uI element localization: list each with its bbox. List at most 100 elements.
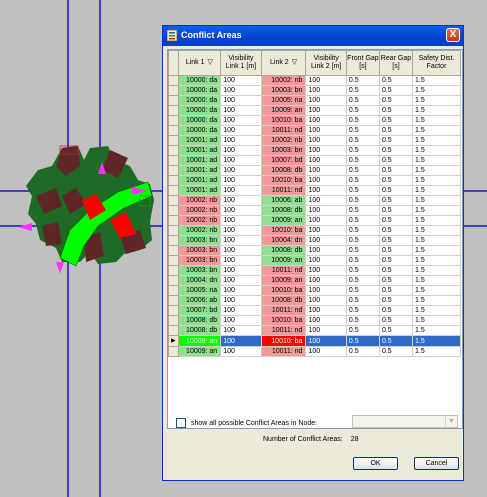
cell-link2[interactable]: 10009: an [260,275,307,286]
table-row[interactable]: 10000: da 100 10009: an 100 0.5 0.5 1.5 [168,105,462,116]
row-selector[interactable] [168,285,179,296]
cell-front-gap[interactable]: 0.5 [345,295,380,306]
cell-rear-gap[interactable]: 0.5 [378,175,413,186]
cell-link1[interactable]: 10008: db [177,325,222,336]
cell-rear-gap[interactable]: 0.5 [378,335,413,347]
row-selector[interactable] [168,185,179,196]
row-selector[interactable] [168,245,179,256]
cell-front-gap[interactable]: 0.5 [345,235,380,246]
row-selector[interactable] [168,255,179,266]
close-button[interactable]: X [446,28,460,42]
cell-link2[interactable]: 10002: nb [260,75,307,86]
cell-link1[interactable]: 10001: ad [177,175,222,186]
cell-link1[interactable]: 10009: an [177,346,222,357]
cell-visibility-link2[interactable]: 100 [305,95,347,106]
cell-link1[interactable]: 10006: ab [177,295,222,306]
cell-rear-gap[interactable]: 0.5 [378,265,413,276]
cell-front-gap[interactable]: 0.5 [345,115,380,126]
cell-link2[interactable]: 10007: bd [260,155,307,166]
cell-safety-factor[interactable]: 1.5 [411,275,462,286]
cell-rear-gap[interactable]: 0.5 [378,235,413,246]
cell-safety-factor[interactable]: 1.5 [411,175,462,186]
cell-safety-factor[interactable]: 1.5 [411,346,462,357]
cell-link1[interactable]: 10009: an [177,335,222,347]
table-row[interactable]: 10001: ad 100 10003: bn 100 0.5 0.5 1.5 [168,145,462,156]
cell-safety-factor[interactable]: 1.5 [411,225,462,236]
cell-visibility-link1[interactable]: 100 [220,105,262,116]
cell-front-gap[interactable]: 0.5 [345,205,380,216]
column-header-visibility-link2[interactable]: Visibility Link 2 [m] [305,50,347,76]
cell-safety-factor[interactable]: 1.5 [411,315,462,326]
row-selector[interactable] [168,205,179,216]
cell-rear-gap[interactable]: 0.5 [378,215,413,226]
cell-link2[interactable]: 10008: db [260,245,307,256]
node-select[interactable]: ▼ [352,415,458,428]
cell-link1[interactable]: 10001: ad [177,145,222,156]
table-row[interactable]: 10000: da 100 10003: bn 100 0.5 0.5 1.5 [168,85,462,96]
cell-link2[interactable]: 10009: an [260,255,307,266]
cell-safety-factor[interactable]: 1.5 [411,205,462,216]
cell-safety-factor[interactable]: 1.5 [411,75,462,86]
cell-visibility-link2[interactable]: 100 [305,165,347,176]
cell-front-gap[interactable]: 0.5 [345,75,380,86]
table-row[interactable]: 10001: ad 100 10002: nb 100 0.5 0.5 1.5 [168,135,462,146]
cell-visibility-link2[interactable]: 100 [305,245,347,256]
table-row[interactable]: 10008: db 100 10011: nd 100 0.5 0.5 1.5 [168,325,462,336]
cell-link2[interactable]: 10011: nd [260,125,307,136]
cell-front-gap[interactable]: 0.5 [345,215,380,226]
cell-rear-gap[interactable]: 0.5 [378,165,413,176]
cell-front-gap[interactable]: 0.5 [345,245,380,256]
cell-visibility-link1[interactable]: 100 [220,75,262,86]
row-selector[interactable] [168,95,179,106]
cell-visibility-link1[interactable]: 100 [220,115,262,126]
cell-rear-gap[interactable]: 0.5 [378,185,413,196]
cell-link2[interactable]: 10002: nb [260,135,307,146]
cell-rear-gap[interactable]: 0.5 [378,285,413,296]
cell-rear-gap[interactable]: 0.5 [378,125,413,136]
row-selector[interactable] [168,105,179,116]
cell-front-gap[interactable]: 0.5 [345,105,380,116]
cell-front-gap[interactable]: 0.5 [345,325,380,336]
cell-visibility-link2[interactable]: 100 [305,295,347,306]
table-row[interactable]: 10000: da 100 10011: nd 100 0.5 0.5 1.5 [168,125,462,136]
cell-front-gap[interactable]: 0.5 [345,265,380,276]
cell-visibility-link1[interactable]: 100 [220,305,262,316]
cell-rear-gap[interactable]: 0.5 [378,195,413,206]
table-row[interactable]: 10009: an 100 10011: nd 100 0.5 0.5 1.5 [168,346,462,357]
cell-link2[interactable]: 10010: ba [260,225,307,236]
cell-visibility-link1[interactable]: 100 [220,285,262,296]
cell-visibility-link1[interactable]: 100 [220,95,262,106]
row-selector[interactable] [168,265,179,276]
cell-safety-factor[interactable]: 1.5 [411,95,462,106]
row-selector[interactable] [168,195,179,206]
row-selector[interactable] [168,225,179,236]
cell-link2[interactable]: 10008: db [260,295,307,306]
cell-visibility-link1[interactable]: 100 [220,225,262,236]
cell-visibility-link1[interactable]: 100 [220,145,262,156]
cell-visibility-link1[interactable]: 100 [220,325,262,336]
cell-rear-gap[interactable]: 0.5 [378,205,413,216]
cell-link1[interactable]: 10005: na [177,285,222,296]
cell-visibility-link2[interactable]: 100 [305,85,347,96]
cell-link2[interactable]: 10010: ba [260,175,307,186]
cell-visibility-link2[interactable]: 100 [305,115,347,126]
cell-visibility-link2[interactable]: 100 [305,275,347,286]
cell-visibility-link2[interactable]: 100 [305,195,347,206]
show-all-checkbox[interactable] [176,418,186,428]
cell-visibility-link2[interactable]: 100 [305,225,347,236]
cell-rear-gap[interactable]: 0.5 [378,145,413,156]
cell-link2[interactable]: 10010: ba [260,115,307,126]
cell-link1[interactable]: 10001: ad [177,135,222,146]
cell-visibility-link1[interactable]: 100 [220,185,262,196]
cell-safety-factor[interactable]: 1.5 [411,135,462,146]
cell-visibility-link1[interactable]: 100 [220,175,262,186]
cell-front-gap[interactable]: 0.5 [345,125,380,136]
cell-front-gap[interactable]: 0.5 [345,275,380,286]
table-row[interactable]: 10002: nb 100 10010: ba 100 0.5 0.5 1.5 [168,225,462,236]
cell-front-gap[interactable]: 0.5 [345,165,380,176]
cell-visibility-link1[interactable]: 100 [220,135,262,146]
cell-safety-factor[interactable]: 1.5 [411,215,462,226]
cell-front-gap[interactable]: 0.5 [345,195,380,206]
cell-visibility-link2[interactable]: 100 [305,325,347,336]
cell-link2[interactable]: 10010: ba [260,285,307,296]
